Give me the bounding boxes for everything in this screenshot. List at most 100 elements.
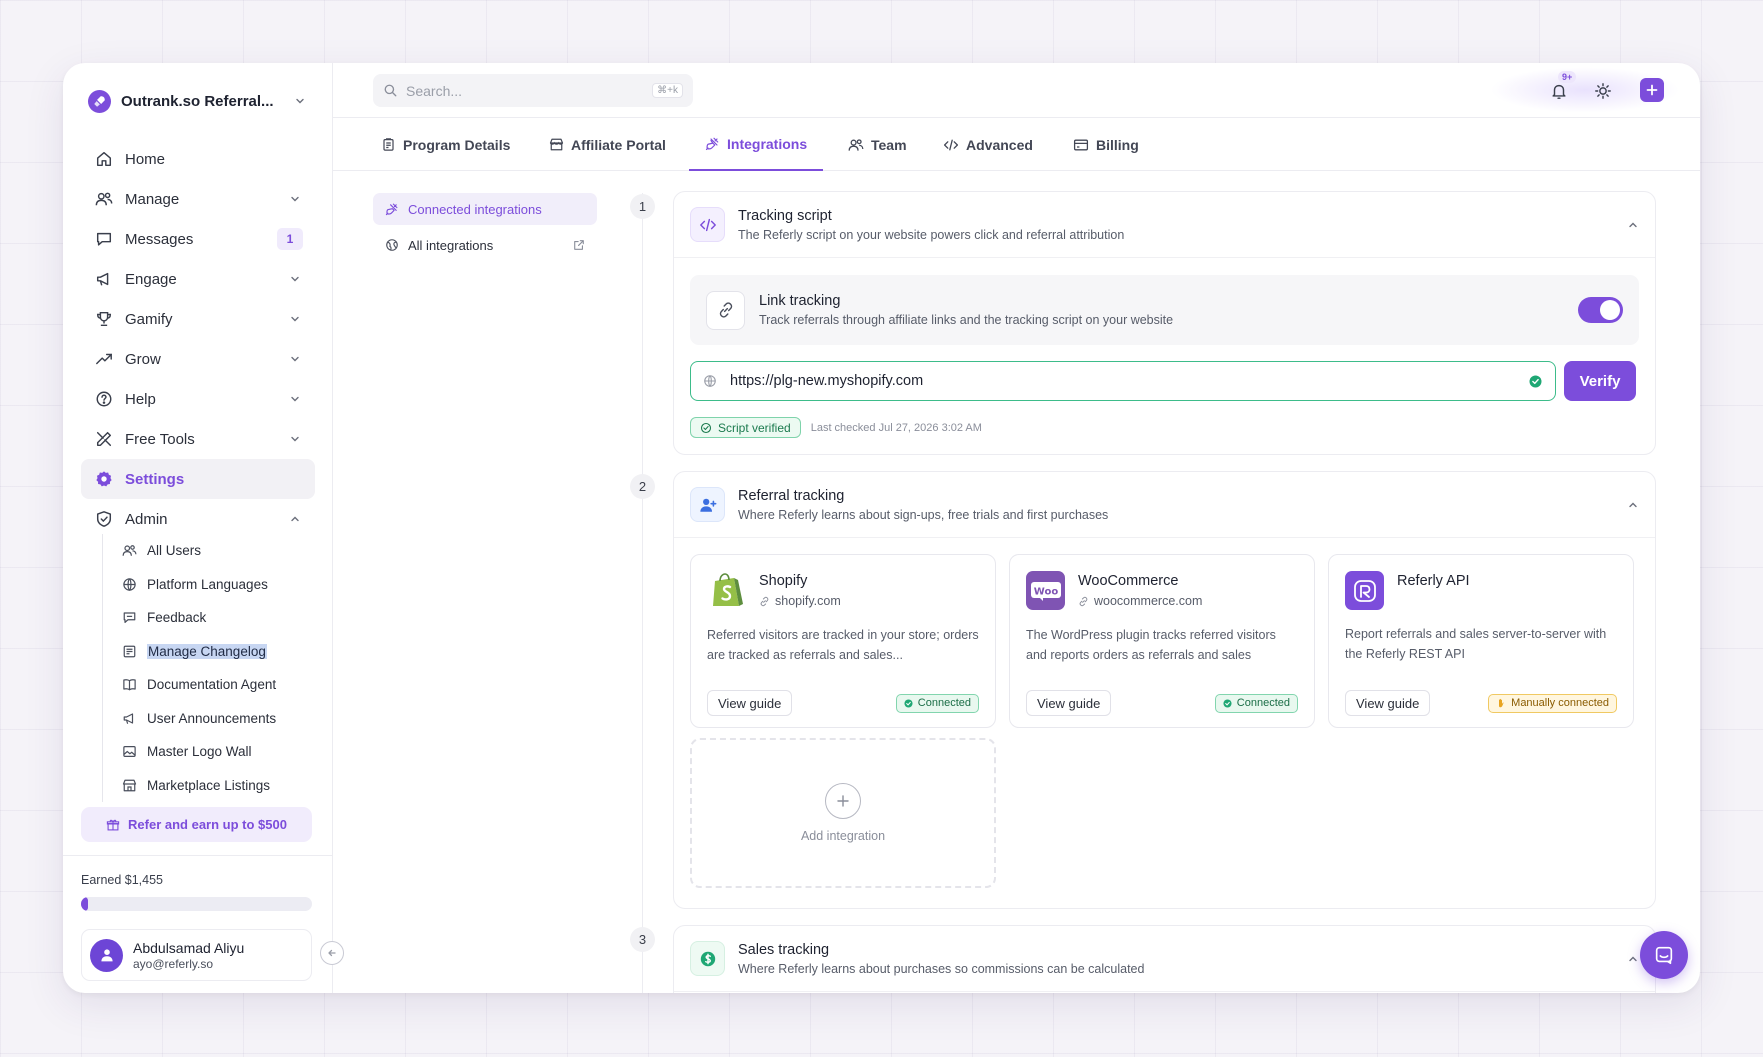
store-icon [549, 137, 564, 152]
shopify-logo-icon [707, 571, 746, 610]
sidebar-item-manage[interactable]: Manage [81, 179, 315, 219]
sidebar-item-home[interactable]: Home [81, 139, 315, 179]
integration-footer: View guide Connected [1026, 690, 1298, 716]
search-input[interactable] [406, 82, 653, 99]
integration-name: WooCommerce [1078, 573, 1179, 589]
admin-item-label: Master Logo Wall [147, 744, 252, 760]
tab-team[interactable]: Team [848, 118, 907, 171]
home-icon [94, 149, 114, 169]
card-title: Tracking script [738, 207, 832, 224]
support-chat-button[interactable] [1640, 931, 1688, 979]
sidebar-item-engage[interactable]: Engage [81, 259, 315, 299]
link-tracking-title: Link tracking [759, 293, 841, 309]
admin-item-manage-changelog[interactable]: Manage Changelog [121, 635, 312, 669]
admin-item-all-users[interactable]: All Users [121, 534, 312, 568]
admin-item-user-announcements[interactable]: User Announcements [121, 702, 312, 736]
verify-button[interactable]: Verify [1564, 361, 1636, 401]
sidebar-item-free-tools[interactable]: Free Tools [81, 419, 315, 459]
users-icon [121, 543, 137, 559]
integration-card-referly-api[interactable]: Referly API Report referrals and sales s… [1328, 554, 1634, 728]
tab-affiliate-portal[interactable]: Affiliate Portal [549, 118, 666, 171]
book-icon [121, 677, 137, 693]
status-badge: Manually connected [1488, 693, 1617, 713]
admin-item-documentation-agent[interactable]: Documentation Agent [121, 668, 312, 702]
tab-program-details[interactable]: Program Details [381, 118, 510, 171]
theme-toggle-button[interactable] [1591, 79, 1615, 103]
sidebar-item-label: Gamify [125, 310, 173, 328]
refer-and-earn-button[interactable]: Refer and earn up to $500 [81, 807, 312, 842]
settings-tabs: Program Details Affiliate Portal Integra… [333, 118, 1700, 171]
script-verified-label: Script verified [718, 420, 791, 435]
referral-tracking-header[interactable]: Referral tracking Where Referly learns a… [674, 472, 1655, 538]
sidebar-item-help[interactable]: Help [81, 379, 315, 419]
tab-label: Integrations [727, 135, 808, 152]
check-circle-icon [700, 422, 712, 434]
sun-icon [1594, 82, 1612, 100]
view-guide-button[interactable]: View guide [1345, 690, 1431, 716]
sidebar-item-settings[interactable]: Settings [81, 459, 315, 499]
newspaper-icon [121, 643, 137, 659]
tab-billing[interactable]: Billing [1073, 118, 1139, 171]
plus-icon [1646, 84, 1658, 96]
chevron-down-icon [292, 93, 308, 109]
collapse-sidebar-button[interactable] [320, 941, 344, 965]
avatar [90, 938, 123, 972]
integration-card-shopify[interactable]: Shopify shopify.com Referred visitors ar… [690, 554, 996, 728]
bell-icon [1550, 82, 1568, 100]
org-switcher[interactable]: Outrank.so Referral... [88, 83, 308, 119]
add-integration-button[interactable]: Add integration [690, 738, 996, 888]
chevron-down-icon [287, 191, 303, 207]
sidebar-item-admin[interactable]: Admin [81, 499, 315, 539]
user-profile-card[interactable]: Abdulsamad Aliyu ayo@referly.so [81, 929, 312, 981]
referly-logo-icon [88, 89, 111, 113]
tab-integrations[interactable]: Integrations [689, 118, 824, 171]
topbar: ⌘+k 9+ [333, 63, 1700, 118]
status-badge: Connected [895, 693, 979, 713]
subnav-connected-integrations[interactable]: Connected integrations [373, 193, 597, 225]
globe-icon [121, 576, 137, 592]
view-guide-button[interactable]: View guide [707, 690, 793, 716]
admin-item-feedback[interactable]: Feedback [121, 601, 312, 635]
integration-card-woocommerce[interactable]: Woo WooCommerce woocommerce.com The Word… [1009, 554, 1315, 728]
sidebar-item-grow[interactable]: Grow [81, 339, 315, 379]
status-label: Connected [1236, 697, 1290, 709]
org-name: Outrank.so Referral... [121, 92, 274, 110]
create-new-button[interactable] [1640, 78, 1664, 102]
sidebar-nav: Home Manage Messages 1 Engage Gamify Gro… [81, 139, 315, 539]
chevron-up-icon[interactable] [1627, 953, 1639, 965]
tracking-script-header[interactable]: Tracking script The Referly script on yo… [674, 192, 1655, 258]
website-url-input[interactable] [730, 373, 1528, 389]
view-guide-button[interactable]: View guide [1026, 690, 1112, 716]
chevron-up-icon [287, 511, 303, 527]
sidebar-item-label: Help [125, 390, 156, 408]
add-integration-label: Add integration [800, 829, 886, 843]
integration-description: Report referrals and sales server-to-ser… [1345, 627, 1607, 661]
admin-item-marketplace-listings[interactable]: Marketplace Listings [121, 769, 312, 803]
integration-domain-text: shopify.com [775, 594, 841, 608]
subnav-all-integrations[interactable]: All integrations [373, 229, 597, 261]
megaphone-icon [94, 269, 114, 289]
admin-item-master-logo-wall[interactable]: Master Logo Wall [121, 735, 312, 769]
woocommerce-logo-icon: Woo [1026, 571, 1065, 610]
link-tracking-toggle[interactable] [1578, 297, 1623, 323]
sidebar-item-messages[interactable]: Messages 1 [81, 219, 315, 259]
integration-name: Shopify [759, 573, 808, 589]
image-icon [121, 744, 137, 760]
earned-amount: Earned $1,455 [81, 873, 164, 887]
chevron-up-icon[interactable] [1627, 499, 1639, 511]
sales-tracking-header[interactable]: Sales tracking Where Referly learns abou… [674, 926, 1655, 992]
chevron-down-icon [287, 431, 303, 447]
sidebar-item-gamify[interactable]: Gamify [81, 299, 315, 339]
notifications-button[interactable]: 9+ [1547, 71, 1577, 103]
tab-advanced[interactable]: Advanced [943, 118, 1033, 171]
admin-item-platform-languages[interactable]: Platform Languages [121, 568, 312, 602]
link-tracking-description: Track referrals through affiliate links … [759, 313, 1174, 327]
help-circle-icon [94, 389, 114, 409]
search-bar[interactable]: ⌘+k [373, 74, 693, 107]
chevron-up-icon[interactable] [1627, 219, 1639, 231]
sidebar-item-label: Free Tools [125, 430, 195, 448]
refer-label: Refer and earn up to $500 [128, 817, 287, 832]
admin-item-label: Feedback [147, 610, 207, 626]
sidebar-item-label: Settings [125, 470, 185, 488]
sidebar-item-label: Manage [125, 190, 180, 208]
